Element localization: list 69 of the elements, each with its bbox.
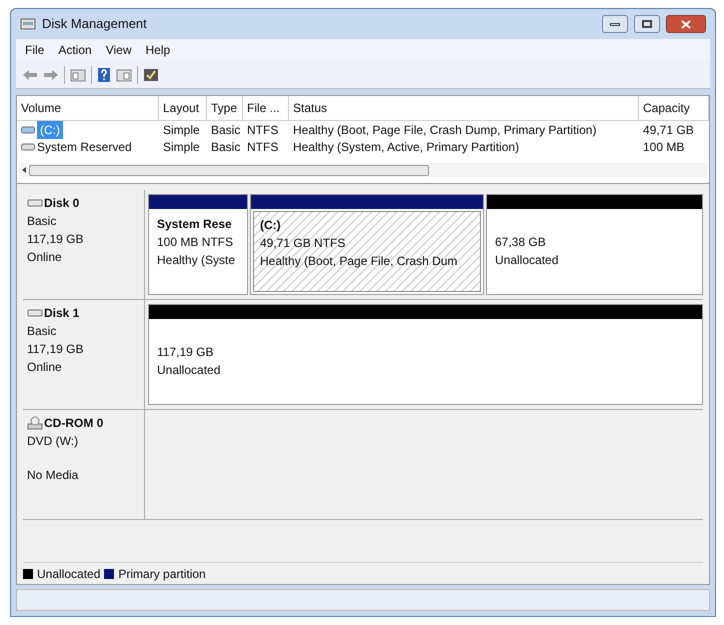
drive-icon (21, 126, 35, 134)
disk-info-panel[interactable]: Disk 1 Basic 117,19 GB Online (23, 300, 145, 409)
menu-item[interactable]: Help (140, 41, 176, 59)
minimize-button[interactable] (602, 15, 628, 33)
disk-name: Disk 0 (44, 195, 80, 212)
column-header[interactable]: File ... (243, 96, 289, 120)
table-cell-text: Healthy (System, Active, Primary Partition) (293, 138, 520, 156)
back-arrow-icon[interactable] (22, 68, 38, 80)
partition-block[interactable]: (C:) 49,71 GB NTFS Healthy (Boot, Page File, Crash Dum (250, 194, 484, 295)
disk-info-text: 117,19 GB (27, 231, 84, 248)
drive-icon (21, 142, 35, 150)
window-title: Disk Management (42, 15, 147, 34)
column-header[interactable]: Type (207, 96, 243, 120)
menu-item[interactable]: View (100, 41, 136, 59)
partition-block[interactable]: 117,19 GB Unallocated (148, 304, 703, 405)
partition-info-text: 67,38 GB (495, 234, 547, 251)
column-header[interactable]: Volume (17, 96, 159, 120)
disk-check-icon[interactable] (143, 66, 159, 82)
partition-info-text: 49,71 GB NTFS (260, 235, 346, 252)
disk-info-panel[interactable]: CD-ROM 0 DVD (W:) No Media (23, 410, 145, 519)
table-cell-text: NTFS (247, 138, 278, 156)
table-cell-text: Basic (211, 138, 240, 156)
table-cell-text: Basic (211, 122, 240, 138)
table-cell-text: NTFS (247, 122, 278, 138)
column-header[interactable]: Layout (159, 96, 207, 120)
disk-info-text: Online (27, 249, 63, 266)
disk-info-text: Online (27, 359, 63, 376)
close-button[interactable] (666, 15, 706, 33)
table-cell-text: Simple (163, 138, 200, 156)
partition-info-text: Healthy (Syste (157, 252, 236, 269)
partition-info-text: 117,19 GB (157, 344, 214, 361)
table-cell[interactable]: System Reserved (37, 138, 132, 156)
horizontal-scrollbar[interactable] (19, 163, 707, 177)
table-cell-text: 100 MB (643, 138, 684, 156)
disk-info-text: Basic (27, 323, 58, 340)
legend-label: Primary partition (118, 566, 206, 582)
scroll-left-arrow-icon[interactable] (22, 167, 26, 173)
partition-info-text: Healthy (Boot, Page File, Crash Dum (260, 253, 458, 270)
close-icon (681, 20, 691, 28)
legend-label: Unallocated (37, 566, 100, 582)
forward-arrow-icon[interactable] (43, 68, 59, 80)
disk-info-text: DVD (W:) (27, 433, 80, 450)
column-header[interactable]: Capacity (639, 96, 709, 120)
partition-info-text: Unallocated (157, 362, 222, 379)
partition-title: (C:) (260, 217, 282, 234)
disk-name: Disk 1 (44, 305, 80, 322)
partition-title: System Rese (157, 216, 233, 233)
pane-icon[interactable] (70, 68, 86, 82)
table-cell-text: Healthy (Boot, Page File, Crash Dump, Primary Partition) (293, 122, 596, 138)
disk-name: CD-ROM 0 (44, 415, 104, 432)
menu-item[interactable]: Action (53, 41, 97, 59)
maximize-button[interactable] (634, 15, 660, 33)
table-cell-text: 49,71 GB (643, 122, 694, 138)
partition-block[interactable]: 67,38 GB Unallocated (486, 194, 703, 295)
disk-info-text: Basic (27, 213, 58, 230)
menu-item[interactable]: File (20, 41, 50, 59)
column-header[interactable]: Status (289, 96, 639, 120)
scrollbar-thumb[interactable] (29, 164, 429, 176)
pane-icon[interactable] (116, 68, 132, 82)
cd-drive-icon (27, 416, 43, 430)
partition-info-text: 100 MB NTFS (157, 234, 234, 251)
table-cell-text: Simple (163, 122, 200, 138)
partition-info-text: Unallocated (495, 252, 560, 269)
app-icon (20, 16, 36, 32)
disk-info-panel[interactable]: Disk 0 Basic 117,19 GB Online (23, 190, 145, 299)
partition-block[interactable]: System Rese 100 MB NTFS Healthy (Syste (148, 194, 248, 295)
help-icon[interactable] (97, 66, 111, 82)
disk-info-text: 117,19 GB (27, 341, 84, 358)
disk-info-text: No Media (27, 467, 80, 484)
